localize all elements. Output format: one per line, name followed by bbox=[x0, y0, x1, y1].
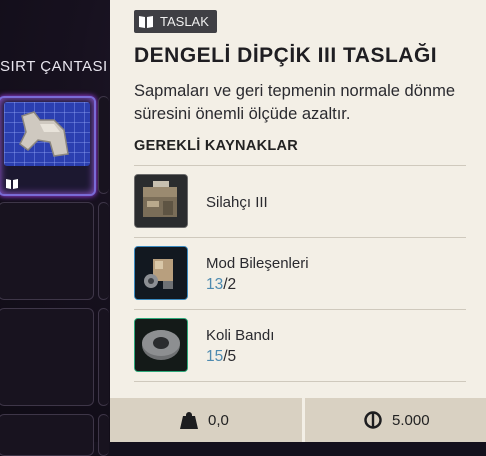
inventory-slot[interactable] bbox=[98, 96, 109, 194]
blueprint-book-icon bbox=[6, 179, 18, 189]
tooltip-footer: 0,0 5.000 bbox=[110, 398, 486, 442]
weight-icon bbox=[180, 412, 198, 429]
item-tooltip: TASLAK DENGELİ DİPÇİK III TASLAĞI Sapmal… bbox=[110, 0, 486, 442]
requirement-count: 15/5 bbox=[206, 348, 236, 366]
inventory-slot[interactable] bbox=[0, 202, 94, 300]
weight-cell: 0,0 bbox=[178, 398, 229, 442]
required-amount: /5 bbox=[223, 348, 237, 365]
tag-label: TASLAK bbox=[160, 14, 209, 29]
inventory-slot[interactable] bbox=[0, 414, 94, 456]
inventory-slot[interactable] bbox=[0, 308, 94, 406]
stock-blueprint-icon bbox=[19, 111, 69, 157]
backpack-title: SIRT ÇANTASI bbox=[0, 58, 108, 75]
inventory-slot[interactable] bbox=[98, 308, 109, 406]
price-cell: 5.000 bbox=[364, 398, 430, 442]
coin-icon bbox=[364, 411, 382, 429]
divider bbox=[134, 309, 466, 310]
footer-separator bbox=[302, 398, 305, 442]
requirement-name: Mod Bileşenleri bbox=[206, 255, 309, 272]
requirement-count: 13/2 bbox=[206, 276, 236, 294]
required-amount: /2 bbox=[223, 276, 237, 293]
workbench-icon bbox=[134, 174, 188, 228]
inventory-slot-selected[interactable] bbox=[0, 96, 96, 196]
weight-value: 0,0 bbox=[208, 411, 229, 429]
mod-components-icon bbox=[134, 246, 188, 300]
requirements-heading: GEREKLİ KAYNAKLAR bbox=[134, 138, 299, 154]
divider bbox=[134, 237, 466, 238]
divider bbox=[134, 165, 466, 166]
blueprint-book-icon bbox=[139, 15, 153, 28]
inventory-slot[interactable] bbox=[98, 202, 109, 300]
item-description: Sapmaları ve geri tepmenin normale dönme… bbox=[134, 82, 456, 123]
requirement-row: Silahçı III bbox=[134, 174, 466, 244]
owned-amount: 15 bbox=[206, 348, 224, 365]
duct-tape-icon bbox=[134, 318, 188, 372]
requirement-name: Silahçı III bbox=[206, 194, 268, 211]
requirement-name: Koli Bandı bbox=[206, 327, 275, 344]
item-title: DENGELİ DİPÇİK III TASLAĞI bbox=[134, 44, 438, 67]
requirement-row: Koli Bandı 15/5 bbox=[134, 318, 466, 388]
requirement-row: Mod Bileşenleri 13/2 bbox=[134, 246, 466, 316]
owned-amount: 13 bbox=[206, 276, 224, 293]
price-value: 5.000 bbox=[392, 411, 430, 429]
divider bbox=[134, 381, 466, 382]
blueprint-tag: TASLAK bbox=[134, 10, 217, 33]
inventory-slot[interactable] bbox=[98, 414, 109, 456]
